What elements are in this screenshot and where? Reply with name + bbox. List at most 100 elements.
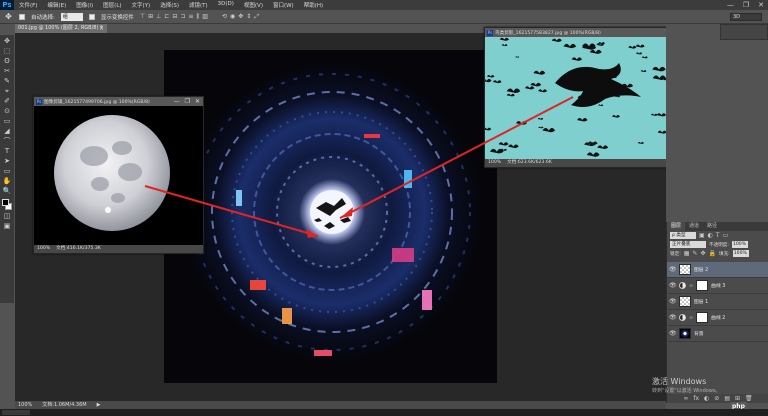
moon-image[interactable] — [34, 106, 203, 245]
blend-mode-select[interactable]: 正片叠底 — [670, 241, 706, 248]
minimize-icon[interactable]: — — [174, 98, 180, 105]
zoom-level[interactable]: 100% — [18, 401, 32, 409]
workspace-switcher[interactable]: 3D — [730, 13, 762, 21]
layers-tab[interactable]: 通道 — [685, 222, 703, 231]
align-right-icon[interactable]: ⊐ — [180, 13, 185, 21]
adjust-filter-icon[interactable]: ◐ — [708, 232, 713, 239]
clone-tool-icon[interactable]: ⊙ — [2, 107, 12, 116]
brush-tool-icon[interactable]: ✐ — [2, 97, 12, 106]
status-menu-arrow[interactable]: ▶ — [97, 401, 101, 409]
crop-tool-icon[interactable]: ✂ — [2, 67, 12, 76]
menu-item[interactable]: 编辑(E) — [42, 1, 71, 9]
layer-row[interactable]: 👁 图层 1 — [667, 294, 768, 310]
minimize-icon[interactable]: — — [727, 1, 734, 9]
menu-item[interactable]: 图层(L) — [98, 1, 126, 9]
quick-mask-icon[interactable]: ◫ — [2, 212, 12, 221]
visibility-eye-icon[interactable]: 👁 — [669, 314, 677, 321]
menu-item[interactable]: 文件(F) — [14, 1, 42, 9]
link-icon[interactable]: ∞ — [689, 315, 693, 321]
align-top-icon[interactable]: ⊤ — [140, 13, 145, 21]
fill-input[interactable]: 100% — [732, 250, 749, 257]
dodge-tool-icon[interactable]: ⌒ — [2, 137, 12, 146]
menu-item[interactable]: 窗口(W) — [268, 1, 299, 9]
layer-row[interactable]: 👁 背景 — [667, 326, 768, 342]
menu-item[interactable]: 3D(D) — [213, 1, 239, 9]
healing-tool-icon[interactable]: ⌖ — [2, 87, 12, 96]
lock-paint-icon[interactable]: ✎ — [692, 250, 697, 257]
main-canvas-tiny-planet[interactable] — [164, 50, 497, 383]
menu-item[interactable]: 滤镜(T) — [184, 1, 213, 9]
opacity-input[interactable]: 100% — [731, 241, 748, 248]
hand-tool-icon[interactable]: ✋ — [2, 177, 12, 186]
foreground-color-swatch[interactable] — [2, 199, 9, 206]
auto-select-checkbox[interactable] — [19, 13, 25, 20]
marquee-tool-icon[interactable]: ⬚ — [2, 47, 12, 56]
menu-item[interactable]: 图像(I) — [71, 1, 98, 9]
eyedropper-tool-icon[interactable]: ✎ — [2, 77, 12, 86]
add-mask-icon[interactable]: ◐ — [704, 394, 709, 403]
menu-item[interactable]: 文字(Y) — [127, 1, 156, 9]
layer-row[interactable]: 👁 ∞ 曲线 3 — [667, 278, 768, 294]
link-layers-icon[interactable]: ∞ — [683, 394, 688, 403]
layer-kind-filter[interactable]: ρ 类型 — [670, 232, 696, 239]
close-icon[interactable]: ✕ — [758, 1, 764, 9]
layers-tab[interactable]: 路径 — [703, 222, 721, 231]
auto-select-dropdown[interactable]: 组 — [60, 12, 83, 21]
menu-item[interactable]: 选择(S) — [155, 1, 184, 9]
taskbar-start-button[interactable] — [2, 410, 30, 415]
visibility-eye-icon[interactable]: 👁 — [669, 282, 677, 289]
moon-image-window[interactable]: Ps 图像剪辑_1621577499706.jpg @ 100%(RGB/8) … — [33, 96, 204, 254]
type-tool-icon[interactable]: T — [2, 147, 12, 156]
align-buttons[interactable]: ⊤ ⊞ ⊥ ⊏ ⊟ ⊐ ≡ ⫼ ▥ — [140, 13, 208, 21]
birds-zoom[interactable]: 100% — [488, 159, 501, 167]
align-left-icon[interactable]: ⊏ — [164, 13, 169, 21]
shape-tool-icon[interactable]: ▭ — [2, 167, 12, 176]
menu-item[interactable]: 帮助(H) — [299, 1, 328, 9]
path-select-tool-icon[interactable]: ➤ — [2, 157, 12, 166]
lock-move-icon[interactable]: ✥ — [700, 250, 705, 257]
visibility-eye-icon[interactable]: 👁 — [669, 330, 677, 337]
visibility-eye-icon[interactable]: 👁 — [669, 266, 677, 273]
show-transform-checkbox[interactable] — [88, 13, 95, 20]
document-tab[interactable]: 001.jpg @ 100% (图层 2, RGB/8) * × — [15, 24, 107, 33]
3d-rotate-icon[interactable]: ⟲ — [222, 13, 227, 21]
move-tool-icon[interactable]: ✥ — [4, 12, 13, 21]
type-filter-icon[interactable]: T — [716, 232, 720, 239]
align-middle-icon[interactable]: ⊞ — [148, 13, 153, 21]
distribute-icon[interactable]: ≡ — [188, 13, 193, 21]
lock-all-icon[interactable]: 🔒 — [708, 250, 715, 257]
visibility-eye-icon[interactable]: 👁 — [669, 298, 677, 305]
pixel-filter-icon[interactable]: ▣ — [699, 232, 705, 239]
distribute-h-icon[interactable]: ⫼ — [197, 13, 200, 21]
layer-row[interactable]: 👁 ∞ 曲线 2 — [667, 310, 768, 326]
fx-icon[interactable]: fx — [693, 394, 699, 403]
menu-item[interactable]: 视图(V) — [239, 1, 268, 9]
screen-mode-icon[interactable]: ▣ — [2, 222, 12, 231]
3d-drag-icon[interactable]: ✥ — [238, 13, 243, 21]
adjustment-icon[interactable]: ⊘ — [714, 394, 719, 403]
layer-row[interactable]: 👁 图层 2 — [667, 262, 768, 278]
3d-mode-buttons[interactable]: ⟲ ◉ ✥ ⇕ ⤢ — [222, 13, 259, 21]
close-icon[interactable]: ✕ — [195, 98, 200, 105]
layer-mask-thumbnail[interactable] — [696, 280, 709, 291]
align-center-icon[interactable]: ⊟ — [172, 13, 177, 21]
3d-roll-icon[interactable]: ◉ — [230, 13, 235, 21]
lock-transparent-icon[interactable]: ▦ — [684, 250, 690, 257]
layers-tab[interactable]: 图层 — [667, 222, 686, 231]
auto-align-icon[interactable]: ▥ — [202, 13, 208, 21]
moon-zoom[interactable]: 100% — [37, 245, 50, 253]
link-icon[interactable]: ∞ — [689, 283, 693, 289]
lasso-tool-icon[interactable]: ʘ — [2, 57, 12, 66]
eraser-tool-icon[interactable]: ▭ — [2, 117, 12, 126]
collapsed-panel[interactable] — [720, 24, 768, 40]
gradient-tool-icon[interactable]: ◢ — [2, 127, 12, 136]
3d-scale-icon[interactable]: ⤢ — [254, 13, 259, 21]
close-tab-icon[interactable]: × — [99, 24, 104, 33]
shape-filter-icon[interactable]: ▭ — [723, 232, 729, 239]
restore-icon[interactable]: ❐ — [743, 1, 749, 9]
align-bottom-icon[interactable]: ⊥ — [156, 13, 161, 21]
maximize-icon[interactable]: ❐ — [185, 98, 190, 105]
zoom-tool-icon[interactable]: 🔍 — [2, 187, 12, 196]
color-swatches[interactable] — [2, 199, 12, 211]
layer-mask-thumbnail[interactable] — [696, 312, 709, 323]
